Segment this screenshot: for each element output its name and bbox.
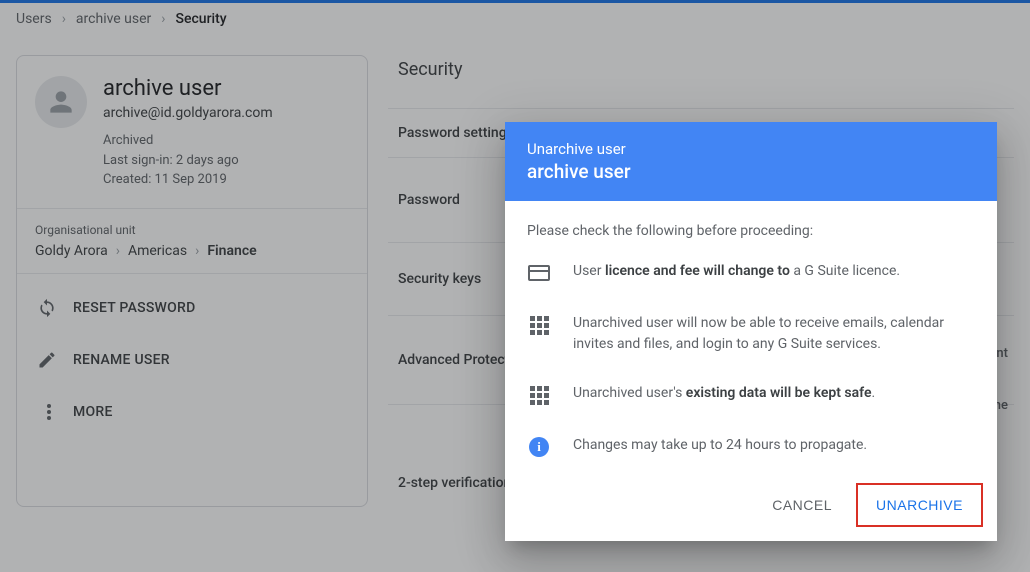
dialog-subtitle: Unarchive user xyxy=(527,140,975,158)
highlight-box: UNARCHIVE xyxy=(856,483,983,527)
card-icon xyxy=(527,261,551,285)
apps-icon xyxy=(527,383,551,407)
dialog-intro: Please check the following before procee… xyxy=(527,223,975,239)
info-icon: i xyxy=(527,435,551,459)
unarchive-button[interactable]: UNARCHIVE xyxy=(860,487,979,523)
check-item-services: Unarchived user will now be able to rece… xyxy=(527,313,975,355)
check-item-licence: User licence and fee will change to a G … xyxy=(527,261,975,285)
check-item-propagation: i Changes may take up to 24 hours to pro… xyxy=(527,435,975,459)
check-item-data-safe: Unarchived user's existing data will be … xyxy=(527,383,975,407)
cancel-button[interactable]: CANCEL xyxy=(756,483,848,527)
dialog-title: archive user xyxy=(527,160,975,183)
unarchive-dialog: Unarchive user archive user Please check… xyxy=(505,122,997,541)
apps-icon xyxy=(527,313,551,337)
